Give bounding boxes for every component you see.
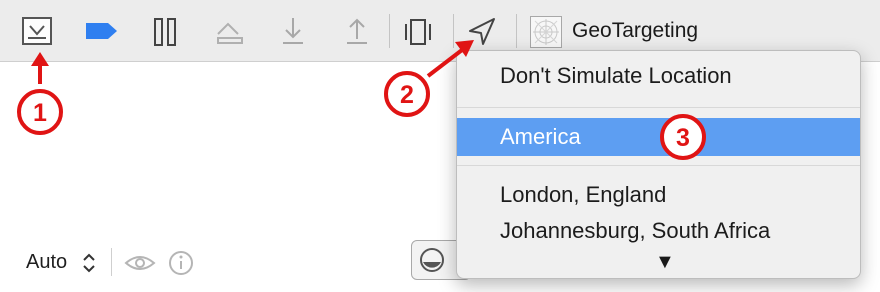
callout-label-2: 2	[400, 81, 414, 109]
annotation-overlay: 1 2 3	[17, 40, 706, 160]
callout-label-1: 1	[33, 99, 47, 127]
callout-arrow-2	[426, 48, 464, 78]
callout-arrowhead-1	[31, 52, 49, 66]
callout-label-3: 3	[676, 124, 690, 152]
